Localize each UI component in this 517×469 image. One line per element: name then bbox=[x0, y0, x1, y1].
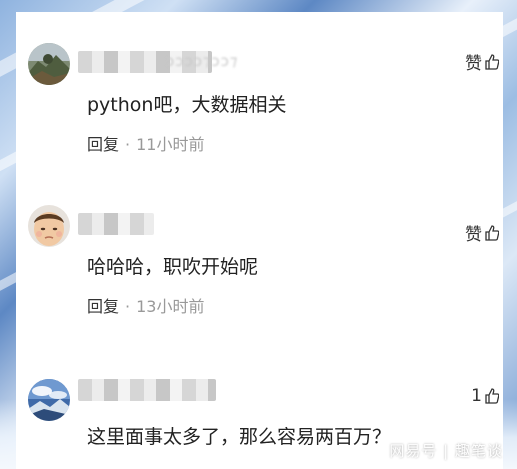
comment-text: python吧，大数据相关 bbox=[87, 94, 287, 116]
user-avatar[interactable] bbox=[28, 379, 70, 421]
comment-text: 哈哈哈，职吹开始呢 bbox=[87, 256, 259, 278]
child-avatar-icon bbox=[28, 205, 70, 247]
comment-item: ɔɔɔɔ⁊ɔɔ⁊ 赞 python吧，大数据相关 回复 · 11小时前 bbox=[16, 12, 503, 162]
comment-list: ɔɔɔɔ⁊ɔɔ⁊ 赞 python吧，大数据相关 回复 · 11小时前 赞 哈哈… bbox=[16, 12, 503, 469]
username-partial: ɔɔɔɔ⁊ɔɔ⁊ bbox=[166, 52, 239, 70]
meta-separator: · bbox=[125, 135, 131, 154]
user-avatar[interactable] bbox=[28, 205, 70, 247]
user-avatar[interactable] bbox=[28, 43, 70, 85]
landscape-avatar-icon bbox=[28, 43, 70, 85]
thumbs-up-icon bbox=[485, 388, 499, 404]
watermark: 网易号 | 趣笔谈 bbox=[389, 442, 503, 460]
thumbs-up-icon bbox=[485, 53, 499, 70]
like-button[interactable]: 赞 bbox=[465, 49, 499, 74]
comment-meta: 回复 · 11小时前 bbox=[87, 131, 204, 155]
username-blurred[interactable] bbox=[78, 213, 154, 235]
like-label: 赞 bbox=[465, 225, 482, 245]
comment-text: 这里面事太多了，那么容易两百万？ bbox=[87, 426, 392, 448]
thumbs-up-icon bbox=[485, 224, 499, 241]
reply-button[interactable]: 回复 bbox=[87, 297, 119, 316]
like-button[interactable]: 1 bbox=[471, 386, 499, 406]
sky-avatar-icon bbox=[28, 379, 70, 421]
comment-item: 赞 哈哈哈，职吹开始呢 回复 · 13小时前 bbox=[16, 172, 503, 322]
comment-meta: 回复 · 13小时前 bbox=[87, 293, 204, 317]
like-count: 1 bbox=[471, 386, 482, 406]
comment-time: 11小时前 bbox=[136, 135, 205, 154]
comment-time: 13小时前 bbox=[136, 297, 205, 316]
reply-button[interactable]: 回复 bbox=[87, 135, 119, 154]
like-label: 赞 bbox=[465, 54, 482, 74]
like-button[interactable]: 赞 bbox=[465, 220, 499, 245]
username-blurred[interactable] bbox=[78, 379, 216, 401]
meta-separator: · bbox=[125, 297, 131, 316]
